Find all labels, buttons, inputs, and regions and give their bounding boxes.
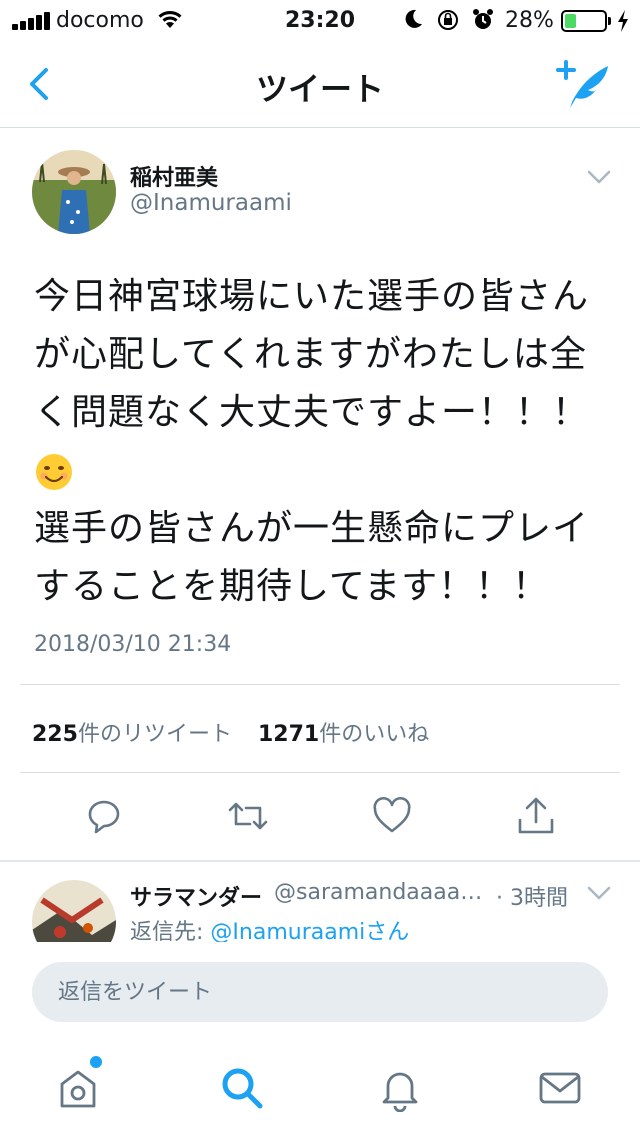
messages-icon[interactable] xyxy=(536,1064,584,1112)
orientation-lock-icon xyxy=(438,10,458,30)
like-label: 件のいいね xyxy=(319,722,430,747)
page-title: ツイート xyxy=(255,70,384,108)
like-count: 1271 xyxy=(257,722,320,747)
like-stat[interactable]: 1271件のいいね xyxy=(258,722,429,747)
alarm-icon xyxy=(473,9,493,29)
home-icon[interactable] xyxy=(54,1064,102,1112)
author-avatar[interactable] xyxy=(32,150,116,234)
navigation-bar: ツイート xyxy=(0,40,640,128)
section-divider xyxy=(0,860,640,862)
tweet-text: 今日神宮球場にいた選手の皆さん が心配してくれますがわたしは全 く問題なく大丈夫… xyxy=(34,268,614,616)
author-handle[interactable]: @Inamuraami xyxy=(130,190,292,216)
retweet-label: 件のリツイート xyxy=(77,722,232,747)
charging-icon xyxy=(618,10,628,32)
tweet-text-line: 今日神宮球場にいた選手の皆さん xyxy=(34,276,590,317)
tweet-text-line: く問題なく大丈夫ですよー！！！ xyxy=(34,392,590,433)
avatar-photo xyxy=(32,150,116,234)
battery-percent: 28% xyxy=(505,8,554,33)
tweet-text-line: が心配してくれますがわたしは全 xyxy=(34,334,587,375)
compose-tweet-icon xyxy=(556,60,608,108)
reply-author-handle[interactable]: @saramandaaaaa... xyxy=(274,880,494,905)
moon-icon xyxy=(405,9,422,28)
author-name[interactable]: 稲村亜美 xyxy=(130,160,218,192)
smiling-face-emoji xyxy=(36,454,72,490)
tweet-text-line: 選手の皆さんが一生懸命にプレイ xyxy=(34,508,590,549)
reply-icon[interactable] xyxy=(82,794,126,838)
home-badge xyxy=(90,1056,102,1068)
compose-button[interactable] xyxy=(552,56,616,112)
tweet-timestamp: 2018/03/10 21:34 xyxy=(34,632,232,657)
retweet-icon[interactable] xyxy=(226,794,270,838)
retweet-count: 225 xyxy=(32,722,78,747)
tweet-stats: 225件のリツイート 1271件のいいね xyxy=(32,716,429,748)
reply-author-name[interactable]: サラマンダー xyxy=(130,880,262,912)
tweet-text-line: することを期待してます！！！ xyxy=(34,566,550,607)
reply-time: · 3時間 xyxy=(496,886,568,911)
tab-bar xyxy=(0,1044,640,1136)
chevron-down-icon[interactable] xyxy=(586,168,612,186)
chevron-down-icon[interactable] xyxy=(586,884,612,902)
divider xyxy=(20,772,620,773)
divider xyxy=(20,684,620,685)
like-icon[interactable] xyxy=(370,794,414,838)
retweet-stat[interactable]: 225件のリツイート xyxy=(32,722,232,747)
status-bar: docomo 23:20 28% xyxy=(0,0,640,40)
notifications-icon[interactable] xyxy=(376,1064,424,1112)
search-icon[interactable] xyxy=(218,1064,266,1112)
reply-input[interactable] xyxy=(32,962,608,1022)
battery-icon xyxy=(561,10,607,32)
share-icon[interactable] xyxy=(514,794,558,838)
